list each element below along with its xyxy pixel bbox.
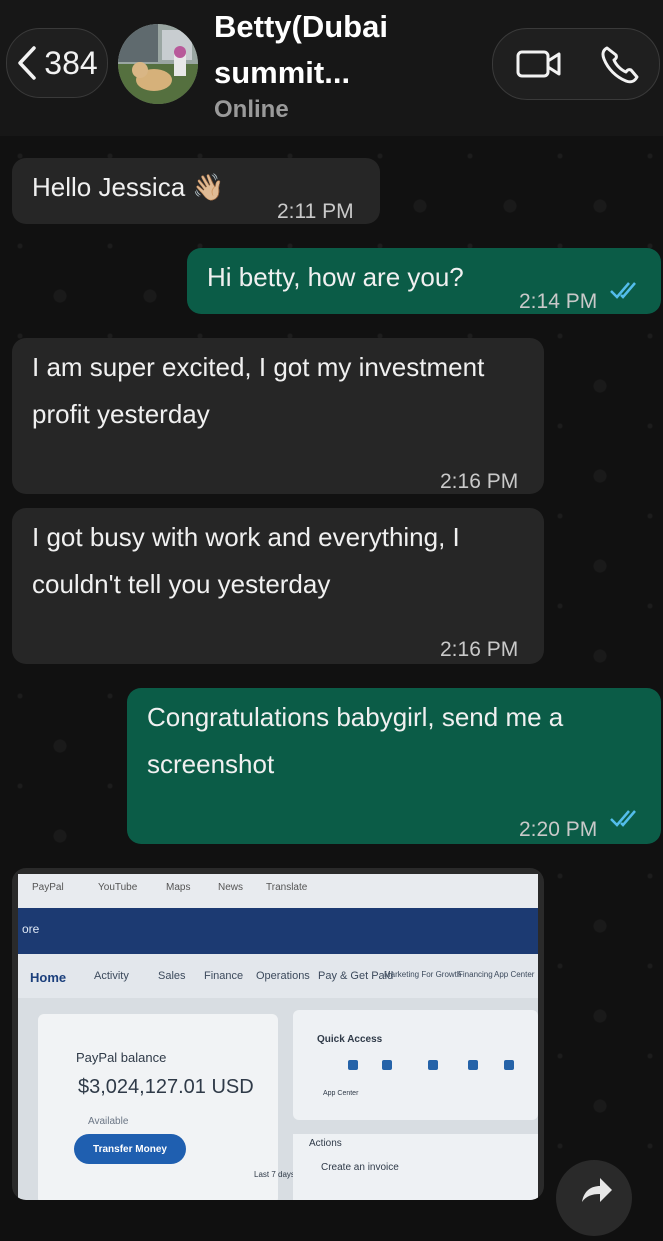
unread-count: 384 xyxy=(44,44,98,81)
quick-access-title: Quick Access xyxy=(317,1034,383,1045)
app-icon xyxy=(428,1060,438,1070)
phone-icon[interactable] xyxy=(597,44,645,84)
balance-available: Available xyxy=(88,1116,129,1127)
bookmark-maps: Maps xyxy=(166,882,191,893)
paypal-screenshot-photo: PayPal YouTube Maps News Translate ore H… xyxy=(18,874,538,1200)
double-check-icon xyxy=(610,810,636,827)
chat-header: 384 Betty(Dubai summit... Online xyxy=(0,0,663,136)
message-bubble-outgoing[interactable]: Congratulations babygirl, send me a scre… xyxy=(127,688,661,844)
brand-fragment: ore xyxy=(22,922,40,936)
app-icon xyxy=(504,1060,514,1070)
menu-app-center: App Center xyxy=(494,970,535,979)
app-icon xyxy=(348,1060,358,1070)
message-text: I am super excited, I got my investment … xyxy=(32,352,485,429)
avatar[interactable] xyxy=(118,24,198,104)
app-icon xyxy=(382,1060,392,1070)
bookmark-news: News xyxy=(218,882,244,893)
balance-card: PayPal balance $3,024,127.01 USD Availab… xyxy=(38,1014,278,1200)
menu-sales: Sales xyxy=(158,970,186,982)
message-text: I got busy with work and everything, I c… xyxy=(32,522,460,599)
message-time: 2:20 PM xyxy=(519,818,598,841)
balance-amount: $3,024,127.01 USD xyxy=(78,1076,254,1098)
contact-name[interactable]: Betty(Dubai summit... xyxy=(214,4,484,96)
bookmark-paypal: PayPal xyxy=(32,882,64,893)
paypal-menu: Home Activity Sales Finance Operations P… xyxy=(18,954,538,998)
message-bubble-outgoing[interactable]: Hi betty, how are you? 2:14 PM xyxy=(187,248,661,314)
actions-card: Actions Create an invoice xyxy=(293,1134,538,1200)
share-arrow-icon xyxy=(582,1178,612,1202)
menu-financing: Financing xyxy=(458,970,493,979)
message-text: Congratulations babygirl, send me a scre… xyxy=(147,702,564,779)
app-center-label: App Center xyxy=(323,1090,359,1097)
contact-status: Online xyxy=(214,96,289,123)
message-time: 2:16 PM xyxy=(440,470,519,493)
message-bubble-incoming[interactable]: I am super excited, I got my investment … xyxy=(12,338,544,494)
bookmark-translate: Translate xyxy=(266,882,308,893)
chevron-left-icon xyxy=(18,46,37,80)
transfer-money-button: Transfer Money xyxy=(74,1134,186,1164)
paypal-top-nav: ore xyxy=(18,908,538,954)
quick-access-card: Quick Access App Center xyxy=(293,1010,538,1120)
menu-home: Home xyxy=(30,970,67,985)
double-check-icon xyxy=(610,282,636,299)
menu-marketing: Marketing For Growth xyxy=(384,970,462,979)
call-buttons xyxy=(492,28,660,100)
menu-finance: Finance xyxy=(204,970,244,982)
menu-activity: Activity xyxy=(94,970,129,982)
balance-title: PayPal balance xyxy=(76,1050,167,1065)
browser-bookmarks-bar: PayPal YouTube Maps News Translate xyxy=(18,874,538,908)
last-days-label: Last 7 days xyxy=(254,1170,295,1179)
message-bubble-incoming[interactable]: Hello Jessica 👋🏼 2:11 PM xyxy=(12,158,380,224)
menu-pay-get-paid: Pay & Get Paid xyxy=(318,970,394,982)
bookmark-youtube: YouTube xyxy=(98,882,138,893)
message-time: 2:11 PM xyxy=(277,200,354,223)
create-invoice-label: Create an invoice xyxy=(321,1162,399,1173)
forward-button[interactable] xyxy=(556,1160,632,1236)
video-camera-icon[interactable] xyxy=(515,44,563,84)
back-button[interactable]: 384 xyxy=(6,28,108,98)
message-time: 2:14 PM xyxy=(519,290,598,313)
message-time: 2:16 PM xyxy=(440,638,519,661)
app-icon xyxy=(468,1060,478,1070)
message-bubble-incoming[interactable]: I got busy with work and everything, I c… xyxy=(12,508,544,664)
image-message[interactable]: PayPal YouTube Maps News Translate ore H… xyxy=(12,868,544,1200)
actions-title: Actions xyxy=(309,1138,342,1149)
menu-operations: Operations xyxy=(256,970,310,982)
